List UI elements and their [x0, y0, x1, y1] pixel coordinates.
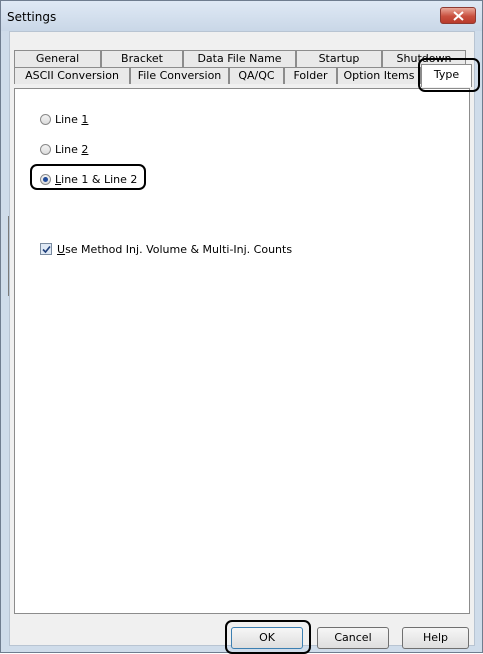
- help-button[interactable]: Help: [402, 627, 469, 649]
- tab-label: ASCII Conversion: [25, 69, 119, 82]
- radio-line-1-and-2-label: Line 1 & Line 2: [55, 172, 138, 186]
- tab-label: Type: [433, 68, 460, 81]
- use-method-checkbox[interactable]: [40, 243, 52, 255]
- type-tab-panel: Line 1 Line 2 Line 1 & Line 2 Use Method…: [14, 88, 470, 614]
- settings-window: Settings General Bracket Data File Name …: [0, 0, 483, 654]
- cancel-button[interactable]: Cancel: [317, 627, 389, 649]
- radio-line-1-label: Line 1: [55, 112, 89, 126]
- tab-label: File Conversion: [137, 69, 222, 82]
- close-icon: [453, 11, 464, 21]
- ok-button[interactable]: OK: [231, 627, 303, 649]
- use-method-label: Use Method Inj. Volume & Multi-Inj. Coun…: [57, 242, 293, 256]
- tab-startup[interactable]: Startup: [296, 50, 382, 67]
- tab-label: Folder: [293, 69, 328, 82]
- radio-circle-selected[interactable]: [40, 173, 51, 185]
- tab-general[interactable]: General: [14, 50, 101, 67]
- tab-label: Option Items: [343, 69, 415, 82]
- tab-label: General: [35, 52, 80, 65]
- tab-data-file-name[interactable]: Data File Name: [183, 50, 296, 67]
- dialog-client-area: General Bracket Data File Name Startup S…: [9, 31, 475, 649]
- tab-qa-qc[interactable]: QA/QC: [229, 67, 284, 84]
- radio-circle[interactable]: [40, 113, 51, 125]
- tab-option-items[interactable]: Option Items: [337, 67, 421, 84]
- radio-circle[interactable]: [40, 143, 51, 155]
- window-edge-mark: [8, 216, 9, 296]
- tab-label: Data File Name: [197, 52, 282, 65]
- close-button[interactable]: [440, 7, 476, 24]
- radio-line-2[interactable]: Line 2: [40, 141, 88, 157]
- radio-line-1-and-2[interactable]: Line 1 & Line 2: [40, 171, 137, 187]
- tab-folder[interactable]: Folder: [284, 67, 337, 84]
- tab-type[interactable]: Type: [421, 64, 472, 87]
- tab-label: QA/QC: [238, 69, 275, 82]
- window-title: Settings: [7, 10, 57, 24]
- tab-ascii-conversion[interactable]: ASCII Conversion: [14, 67, 130, 84]
- radio-line-2-label: Line 2: [55, 142, 89, 156]
- tab-label: Bracket: [121, 52, 163, 65]
- tab-bracket[interactable]: Bracket: [101, 50, 183, 67]
- tab-label: Startup: [318, 52, 360, 65]
- use-method-checkbox-row[interactable]: Use Method Inj. Volume & Multi-Inj. Coun…: [40, 241, 292, 257]
- checkmark-icon: [42, 245, 51, 254]
- tab-file-conversion[interactable]: File Conversion: [130, 67, 229, 84]
- title-bar[interactable]: Settings: [1, 1, 482, 31]
- radio-line-1[interactable]: Line 1: [40, 111, 88, 127]
